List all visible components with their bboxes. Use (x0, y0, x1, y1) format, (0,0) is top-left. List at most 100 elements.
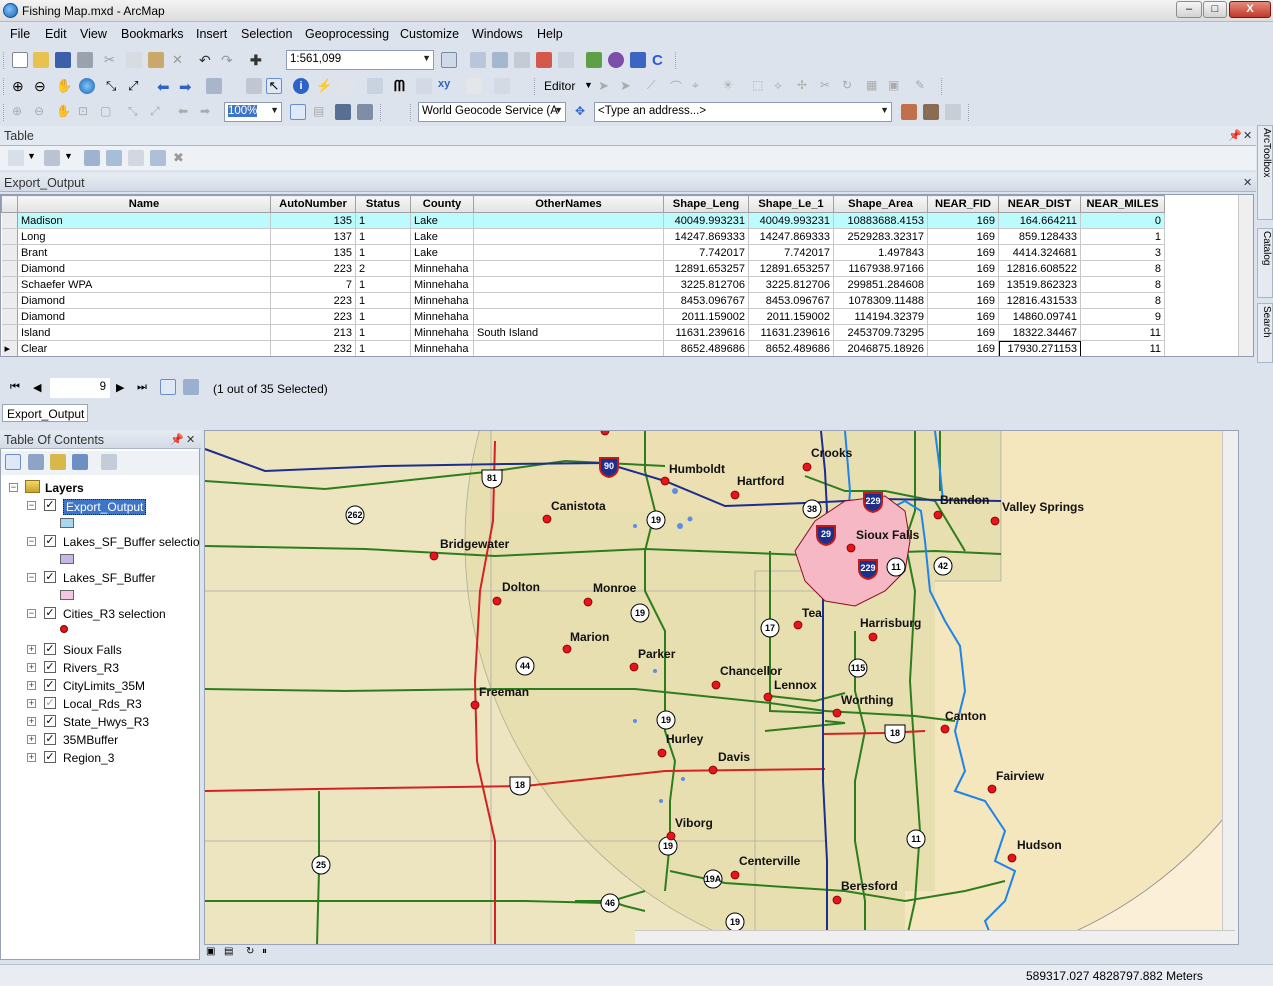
table-cell[interactable]: 169 (927, 340, 999, 356)
city-point[interactable] (832, 895, 842, 905)
city-point[interactable] (470, 700, 480, 710)
layer-table-close-icon[interactable]: ✕ (1243, 176, 1252, 189)
row-selector[interactable] (1, 244, 18, 261)
table-cell[interactable]: 169 (927, 244, 999, 261)
expand-toggle-icon[interactable]: + (27, 645, 36, 654)
column-header-shape_leng[interactable]: Shape_Leng (663, 195, 749, 213)
menu-edit[interactable]: Edit (45, 27, 67, 41)
city-point[interactable] (868, 632, 878, 642)
table-cell[interactable]: 137 (270, 228, 356, 245)
html-popup-icon[interactable] (338, 78, 354, 94)
layer-name[interactable]: Export_Output (63, 499, 147, 515)
layer-name[interactable]: 35MBuffer (63, 733, 118, 747)
table-cell[interactable]: 1 (355, 244, 411, 261)
map-canvas[interactable]: 90 81 229 38 29 262 19 229 11 42 19 17 44 115 19 18 18 11… (205, 431, 1239, 945)
table-cell[interactable]: 12816.608522 (998, 260, 1081, 277)
toc-layer-item[interactable]: − ✓ Lakes_SF_Buffer selection (1, 533, 199, 551)
table-cell[interactable]: Minnehaha (410, 324, 474, 341)
expand-toggle-icon[interactable]: + (27, 699, 36, 708)
layout-forward-icon[interactable]: ➡ (200, 104, 216, 120)
toc-layer-item[interactable]: + ✓ Rivers_R3 (1, 659, 199, 677)
city-point[interactable] (657, 748, 667, 758)
table-cell[interactable]: 223 (270, 292, 356, 309)
row-selector[interactable]: ▸ (1, 340, 18, 356)
expand-toggle-icon[interactable]: + (27, 753, 36, 762)
help-icon[interactable] (608, 52, 624, 68)
table-cell[interactable] (473, 292, 664, 309)
toolbar-grip[interactable] (3, 78, 6, 95)
find-route-icon[interactable] (416, 78, 432, 94)
city-point[interactable] (793, 620, 803, 630)
next-record-icon[interactable]: ▶ (116, 381, 124, 394)
pause-drawing-icon[interactable]: ⏸ (262, 946, 267, 957)
table-cell[interactable]: 169 (927, 212, 999, 229)
table-cell[interactable]: 8 (1080, 260, 1165, 277)
table-cell[interactable]: Minnehaha (410, 308, 474, 325)
layer-name[interactable]: Cities_R3 selection (63, 607, 166, 621)
list-by-drawing-order-icon[interactable] (5, 454, 21, 470)
search-tab[interactable]: Search (1257, 303, 1273, 363)
table-cell[interactable]: 13519.862323 (998, 276, 1081, 293)
table-cell[interactable]: 232 (270, 340, 356, 356)
toc-close-icon[interactable]: ✕ (186, 433, 195, 446)
zoom-out-icon[interactable]: ⊖ (34, 78, 50, 94)
catalog-tab[interactable]: Catalog (1257, 228, 1273, 298)
toc-layer-item[interactable]: + ✓ Local_Rds_R3 (1, 695, 199, 713)
table-cell[interactable]: South Island (473, 324, 664, 341)
column-header-othernames[interactable]: OtherNames (473, 195, 664, 213)
fixed-zoom-in-icon[interactable]: ⤡ (106, 78, 122, 94)
table-cell[interactable]: 40049.993231 (748, 212, 834, 229)
table-cell[interactable]: 2011.159002 (663, 308, 749, 325)
row-selector[interactable] (1, 276, 18, 293)
table-cell[interactable]: 1 (355, 324, 411, 341)
toc-layer-item[interactable]: + ✓ CityLimits_35M (1, 677, 199, 695)
table-cell[interactable]: 2453709.73295 (833, 324, 928, 341)
table-cell[interactable]: 2011.159002 (748, 308, 834, 325)
table-cell[interactable]: Diamond (17, 308, 271, 325)
layer-name[interactable]: Sioux Falls (63, 643, 122, 657)
layer-name[interactable]: State_Hwys_R3 (63, 715, 149, 729)
table-cell[interactable]: 8453.096767 (663, 292, 749, 309)
table-cell[interactable]: 40049.993231 (663, 212, 749, 229)
end-point-arc-icon[interactable]: ⌒ (670, 78, 686, 94)
attributes-icon[interactable]: ▦ (866, 78, 882, 94)
table-cell[interactable] (473, 276, 664, 293)
data-driven-pages-icon[interactable] (357, 104, 373, 120)
layer-visibility-checkbox[interactable]: ✓ (44, 715, 56, 727)
data-view-icon[interactable]: ▣ (206, 946, 215, 957)
layer-visibility-checkbox[interactable]: ✓ (44, 607, 56, 619)
toc-layer-item[interactable]: − ✓ Export_Output (1, 497, 199, 515)
expand-toggle-icon[interactable]: − (27, 537, 36, 546)
layer-name[interactable]: CityLimits_35M (63, 679, 145, 693)
column-header-autonumber[interactable]: AutoNumber (270, 195, 356, 213)
menu-bookmarks[interactable]: Bookmarks (121, 27, 184, 41)
measure-icon[interactable] (367, 78, 383, 94)
table-cell[interactable]: 169 (927, 308, 999, 325)
table-cell[interactable]: Lake (410, 228, 474, 245)
layout-fixed-zoom-out-icon[interactable]: ⤢ (150, 104, 166, 120)
table-row[interactable]: ▸ Clear 232 1 Minnehaha 8652.489686 8652.48968… (1, 340, 1165, 356)
table-cell[interactable]: 8 (1080, 292, 1165, 309)
collapse-toggle-icon[interactable]: − (9, 483, 18, 492)
paste-icon[interactable] (148, 52, 164, 68)
show-all-records-icon[interactable] (160, 379, 176, 395)
toc-pin-icon[interactable]: 📌 (170, 433, 184, 446)
column-header-status[interactable]: Status (355, 195, 411, 213)
table-cell[interactable]: 859.128433 (998, 228, 1081, 245)
table-cell[interactable] (473, 228, 664, 245)
export-output-table-tab[interactable]: Export_Output (2, 404, 88, 422)
toolbar-grip[interactable] (534, 78, 537, 95)
toc-layer-item[interactable]: + ✓ 35MBuffer (1, 731, 199, 749)
table-cell[interactable]: 135 (270, 244, 356, 261)
layer-name[interactable]: Lakes_SF_Buffer (63, 571, 156, 585)
catalog-window-icon[interactable] (492, 52, 508, 68)
search-window-icon[interactable] (514, 52, 530, 68)
table-cell[interactable]: 1 (355, 212, 411, 229)
list-by-visibility-icon[interactable] (50, 454, 66, 470)
menu-view[interactable]: View (80, 27, 107, 41)
toc-layer-item[interactable]: + ✓ Sioux Falls (1, 641, 199, 659)
arctoolbox-tab[interactable]: ArcToolbox (1257, 125, 1273, 220)
forward-extent-icon[interactable]: ➡ (179, 78, 195, 96)
table-cell[interactable]: 2046875.18926 (833, 340, 928, 356)
select-by-attributes-icon[interactable] (84, 150, 100, 166)
